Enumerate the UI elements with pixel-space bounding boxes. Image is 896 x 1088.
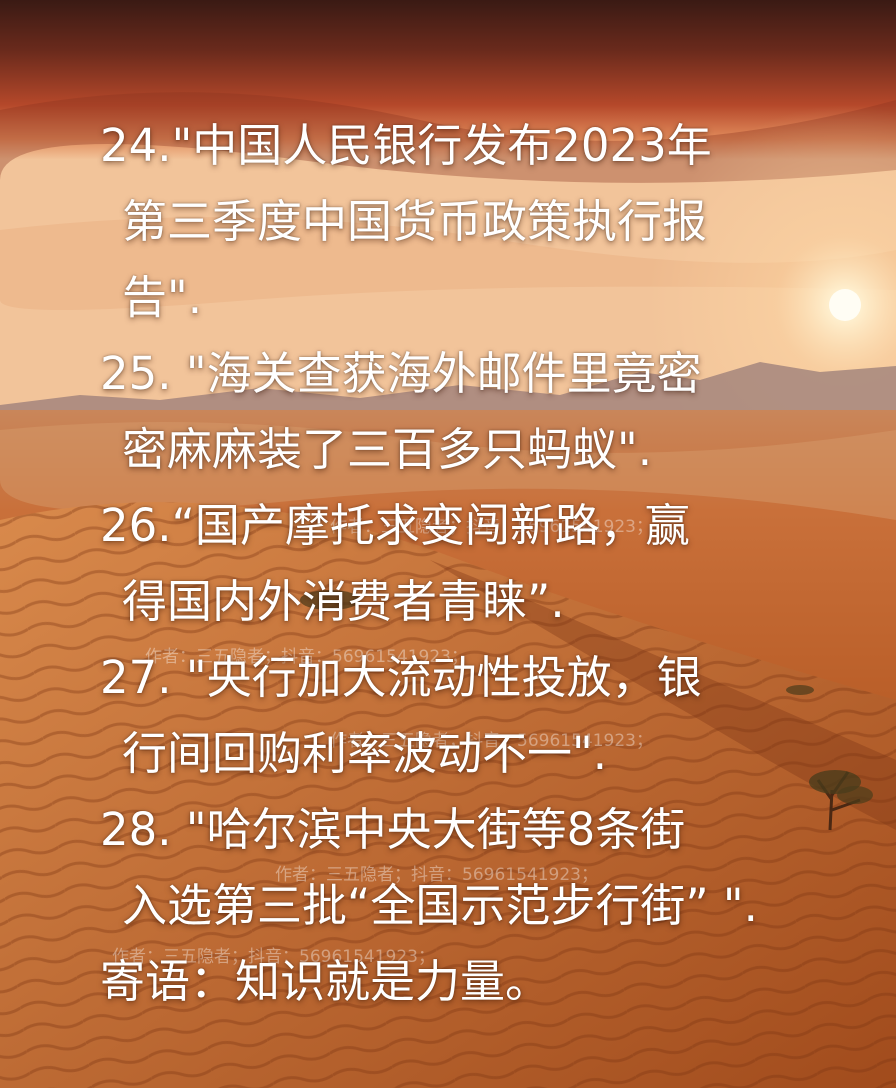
news-line: 26.“国产摩托求变闯新路，赢 [100,499,690,552]
news-line: 25. "海关查获海外邮件里竟密 [100,347,702,400]
news-item-27: 27. "央行加大流动性投放，银 行间回购利率波动不一". [100,640,820,792]
news-line: 得国内外消费者青睐”. [122,575,565,628]
news-item-26: 26.“国产摩托求变闯新路，赢 得国内外消费者青睐”. [100,488,820,640]
news-line: 行间回购利率波动不一". [122,727,608,780]
motto: 寄语：知识就是力量。 [100,955,551,1008]
news-item-28: 28. "哈尔滨中央大街等8条街 入选第三批“全国示范步行街” ". [100,792,820,944]
news-item-24: 24."中国人民银行发布2023年 第三季度中国货币政策执行报 告". [100,108,820,336]
news-line: 24."中国人民银行发布2023年 [100,119,712,172]
news-line: 28. "哈尔滨中央大街等8条街 [100,803,686,856]
news-list: 24."中国人民银行发布2023年 第三季度中国货币政策执行报 告". 25. … [100,108,820,1020]
news-line: 入选第三批“全国示范步行街” ". [122,879,758,932]
news-line: 第三季度中国货币政策执行报 [122,195,708,248]
news-line: 27. "央行加大流动性投放，银 [100,651,702,704]
news-item-25: 25. "海关查获海外邮件里竟密 密麻麻装了三百多只蚂蚁". [100,336,820,488]
news-line: 密麻麻装了三百多只蚂蚁". [122,423,653,476]
news-line: 告". [122,271,203,324]
